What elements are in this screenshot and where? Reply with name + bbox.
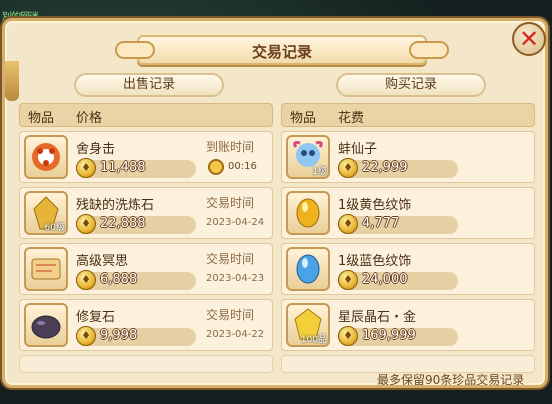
buy-row[interactable]: 1级蓝色纹饰 ♦ 24,000 <box>281 243 535 295</box>
col-item-label: 物品 <box>28 111 55 126</box>
coin-icon: ♦ <box>338 158 358 178</box>
buy-panel: 购买记录 物品 花费 1级 蚌仙子 ♦ 22,999 1级黄色纹饰 ♦ 4,77… <box>281 73 535 373</box>
footer-note: 最多保留90条珍品交易记录 <box>377 373 525 387</box>
item-name: 舍身击 <box>76 142 116 157</box>
item-level: 1级 <box>312 167 327 177</box>
meta-label: 交易时间 <box>206 308 255 322</box>
trade-date: 2023-04-24 <box>206 217 265 228</box>
item-name: 星辰晶石・金 <box>338 310 417 325</box>
item-name: 修复石 <box>76 310 116 325</box>
scroll-icon <box>24 247 68 291</box>
arrival-time: 00:16 <box>228 161 257 172</box>
item-price: 22,888 <box>100 216 146 231</box>
window-title: 交易记录 <box>251 43 312 61</box>
buy-column-header: 物品 花费 <box>281 103 535 127</box>
stone-icon <box>24 303 68 347</box>
col-cost-label: 花费 <box>338 111 365 126</box>
sell-column-header: 物品 价格 <box>19 103 273 127</box>
meta-label: 交易时间 <box>206 196 255 210</box>
buy-row[interactable]: 1级 蚌仙子 ♦ 22,999 <box>281 131 535 183</box>
sell-header: 出售记录 <box>74 73 224 97</box>
item-name: 残缺的洗炼石 <box>76 198 155 213</box>
yellow-gem-icon <box>286 191 330 235</box>
coin-icon: ♦ <box>338 214 358 234</box>
trade-record-window: 交易记录 出售记录 物品 价格 舍身击 ♦ 11,488 到账时间 00:16 … <box>2 18 548 388</box>
col-item-label: 物品 <box>290 111 317 126</box>
skill-book-icon <box>24 135 68 179</box>
item-name: 高级冥思 <box>76 254 129 269</box>
item-price: 169,999 <box>362 328 416 343</box>
buy-row[interactable]: 1级黄色纹饰 ♦ 4,777 <box>281 187 535 239</box>
item-price: 24,000 <box>362 272 408 287</box>
sell-panel: 出售记录 物品 价格 舍身击 ♦ 11,488 到账时间 00:16 60级 残… <box>19 73 273 373</box>
tassel-decoration <box>5 61 19 101</box>
sell-row[interactable]: 60级 残缺的洗炼石 ♦ 22,888 交易时间 2023-04-24 <box>19 187 273 239</box>
item-price: 9,998 <box>100 328 138 343</box>
item-name: 蚌仙子 <box>338 142 378 157</box>
meta-label: 交易时间 <box>206 252 255 266</box>
item-price: 4,777 <box>362 216 400 231</box>
game-screen: 別的网迷 交易记录 出售记录 物品 价格 舍身击 ♦ <box>0 0 552 404</box>
item-name: 1级蓝色纹饰 <box>338 254 412 269</box>
item-price: 22,999 <box>362 160 408 175</box>
item-price: 11,488 <box>100 160 146 175</box>
item-level: 100品 <box>300 335 327 345</box>
coin-icon: ♦ <box>76 270 96 290</box>
trade-date: 2023-04-23 <box>206 273 265 284</box>
sell-row-partial <box>19 355 273 373</box>
coin-icon: ♦ <box>338 326 358 346</box>
item-name: 1级黄色纹饰 <box>338 198 412 213</box>
coin-icon: ♦ <box>76 158 96 178</box>
sell-list[interactable]: 舍身击 ♦ 11,488 到账时间 00:16 60级 残缺的洗炼石 ♦ 22,… <box>19 131 273 377</box>
sell-row[interactable]: 高级冥思 ♦ 6,888 交易时间 2023-04-23 <box>19 243 273 295</box>
col-price-label: 价格 <box>76 111 103 126</box>
buy-header: 购买记录 <box>336 73 486 97</box>
blue-gem-icon <box>286 247 330 291</box>
item-level: 60级 <box>44 223 65 233</box>
coin-icon: ♦ <box>76 326 96 346</box>
trade-date: 2023-04-22 <box>206 329 265 340</box>
title-plate: 交易记录 <box>115 35 449 65</box>
coin-icon: ♦ <box>338 270 358 290</box>
clock-icon <box>208 159 224 175</box>
item-price: 6,888 <box>100 272 138 287</box>
crystal-icon: 60级 <box>24 191 68 235</box>
gold-crystal-icon: 100品 <box>286 303 330 347</box>
meta-label: 到账时间 <box>206 140 255 154</box>
sell-row[interactable]: 舍身击 ♦ 11,488 到账时间 00:16 <box>19 131 273 183</box>
close-button[interactable]: ✕ <box>512 22 546 56</box>
close-icon: ✕ <box>518 25 540 53</box>
buy-row[interactable]: 100品 星辰晶石・金 ♦ 169,999 <box>281 299 535 351</box>
sell-row[interactable]: 修复石 ♦ 9,998 交易时间 2023-04-22 <box>19 299 273 351</box>
pet-icon: 1级 <box>286 135 330 179</box>
buy-list[interactable]: 1级 蚌仙子 ♦ 22,999 1级黄色纹饰 ♦ 4,777 1级蓝色纹饰 ♦ … <box>281 131 535 377</box>
coin-icon: ♦ <box>76 214 96 234</box>
